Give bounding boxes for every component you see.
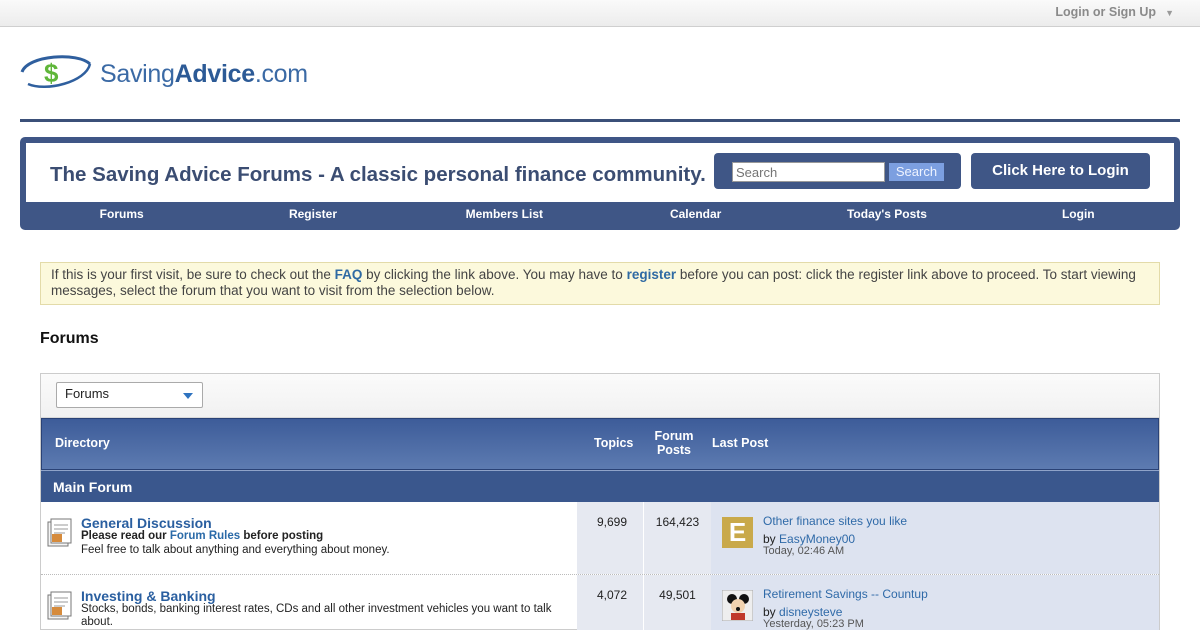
topics-count: 9,699 xyxy=(596,515,628,529)
column-last-post: Last Post xyxy=(712,436,769,450)
logo-text-suffix: .com xyxy=(254,60,308,88)
login-signup-menu[interactable]: Login or Sign Up ▼ xyxy=(1055,5,1174,19)
last-post-title-link[interactable]: Other finance sites you like xyxy=(763,514,907,528)
notice-text-1: If this is your first visit, be sure to … xyxy=(51,267,335,282)
first-visit-notice: If this is your first visit, be sure to … xyxy=(40,262,1160,305)
login-signup-label: Login or Sign Up xyxy=(1055,5,1157,19)
faq-link[interactable]: FAQ xyxy=(335,267,363,282)
forum-title-link[interactable]: Investing & Banking xyxy=(81,588,216,604)
forum-status-icon xyxy=(47,518,72,547)
header-inner: The Saving Advice Forums - A classic per… xyxy=(26,143,1174,202)
forum-description: Please read our Forum Rules before posti… xyxy=(81,530,561,543)
forum-title-link[interactable]: General Discussion xyxy=(81,515,212,531)
nav-register[interactable]: Register xyxy=(217,204,408,226)
forum-jump-select[interactable]: Forums xyxy=(56,382,203,408)
stats-cell xyxy=(577,502,711,574)
search-button[interactable]: Search xyxy=(889,163,944,181)
last-post-author: by disneysteve xyxy=(763,605,842,619)
nav-members-list[interactable]: Members List xyxy=(409,204,600,226)
user-avatar[interactable] xyxy=(722,590,753,621)
last-post-user-link[interactable]: EasyMoney00 xyxy=(779,532,855,546)
user-avatar[interactable]: E xyxy=(722,517,753,548)
forum-row: Investing & Banking Stocks, bonds, banki… xyxy=(41,575,1159,630)
last-post-author: by EasyMoney00 xyxy=(763,532,855,546)
column-topics: Topics xyxy=(594,436,634,450)
logo-text-saving: Saving xyxy=(100,60,175,88)
page-title: Forums xyxy=(40,330,99,347)
by-label: by xyxy=(763,532,780,546)
stats-divider xyxy=(643,502,644,574)
notice-text-2: by clicking the link above. You may have… xyxy=(362,267,627,282)
forum-description-2: Feel free to talk about anything and eve… xyxy=(81,544,390,556)
dollar-swoosh-icon: $ xyxy=(20,55,92,89)
header-box: The Saving Advice Forums - A classic per… xyxy=(20,137,1180,230)
click-to-login-button[interactable]: Click Here to Login xyxy=(971,153,1150,189)
forum-row: General Discussion Please read our Forum… xyxy=(41,502,1159,575)
main-nav: Forums Register Members List Calendar To… xyxy=(26,204,1174,226)
stats-divider xyxy=(643,575,644,630)
header-divider xyxy=(20,119,1180,122)
stats-cell xyxy=(577,575,711,630)
register-link[interactable]: register xyxy=(627,267,677,282)
desc-suffix: before posting xyxy=(240,530,324,542)
table-header: Directory Topics Forum Posts Last Post xyxy=(41,418,1159,470)
last-post-time: Yesterday, 05:23 PM xyxy=(763,618,864,630)
site-logo[interactable]: $ SavingAdvice.com xyxy=(18,50,318,95)
last-post-time: Today, 02:46 AM xyxy=(763,545,845,557)
top-bar: Login or Sign Up ▼ xyxy=(0,0,1200,27)
forum-description: Stocks, bonds, banking interest rates, C… xyxy=(81,603,552,628)
desc-prefix: Please read our xyxy=(81,530,170,542)
forum-select-value: Forums xyxy=(65,386,110,401)
caret-down-icon: ▼ xyxy=(1165,8,1174,18)
nav-calendar[interactable]: Calendar xyxy=(600,204,791,226)
forum-rules-link[interactable]: Forum Rules xyxy=(170,530,240,542)
search-input[interactable] xyxy=(732,162,885,182)
panel-toolbar: Forums xyxy=(41,374,1159,418)
category-header[interactable]: Main Forum xyxy=(41,470,1159,502)
last-post-user-link[interactable]: disneysteve xyxy=(779,605,842,619)
topics-count: 4,072 xyxy=(596,588,628,602)
last-post-title-link[interactable]: Retirement Savings -- Countup xyxy=(763,587,928,601)
posts-count: 164,423 xyxy=(655,515,700,529)
nav-todays-posts[interactable]: Today's Posts xyxy=(791,204,982,226)
logo-wordmark: SavingAdvice.com xyxy=(100,60,308,89)
site-title: The Saving Advice Forums - A classic per… xyxy=(50,163,706,186)
forum-status-icon xyxy=(47,591,72,620)
column-forum-posts: Forum Posts xyxy=(654,429,694,457)
svg-text:$: $ xyxy=(44,58,59,88)
by-label: by xyxy=(763,605,780,619)
posts-count: 49,501 xyxy=(659,588,696,602)
logo-text-advice: Advice xyxy=(174,60,255,88)
nav-forums[interactable]: Forums xyxy=(26,204,217,226)
forum-panel: Forums Directory Topics Forum Posts Last… xyxy=(40,373,1160,630)
nav-login[interactable]: Login xyxy=(983,204,1174,226)
dropdown-arrow-icon xyxy=(183,393,193,399)
column-directory: Directory xyxy=(55,436,110,450)
search-box: Search xyxy=(714,153,961,189)
